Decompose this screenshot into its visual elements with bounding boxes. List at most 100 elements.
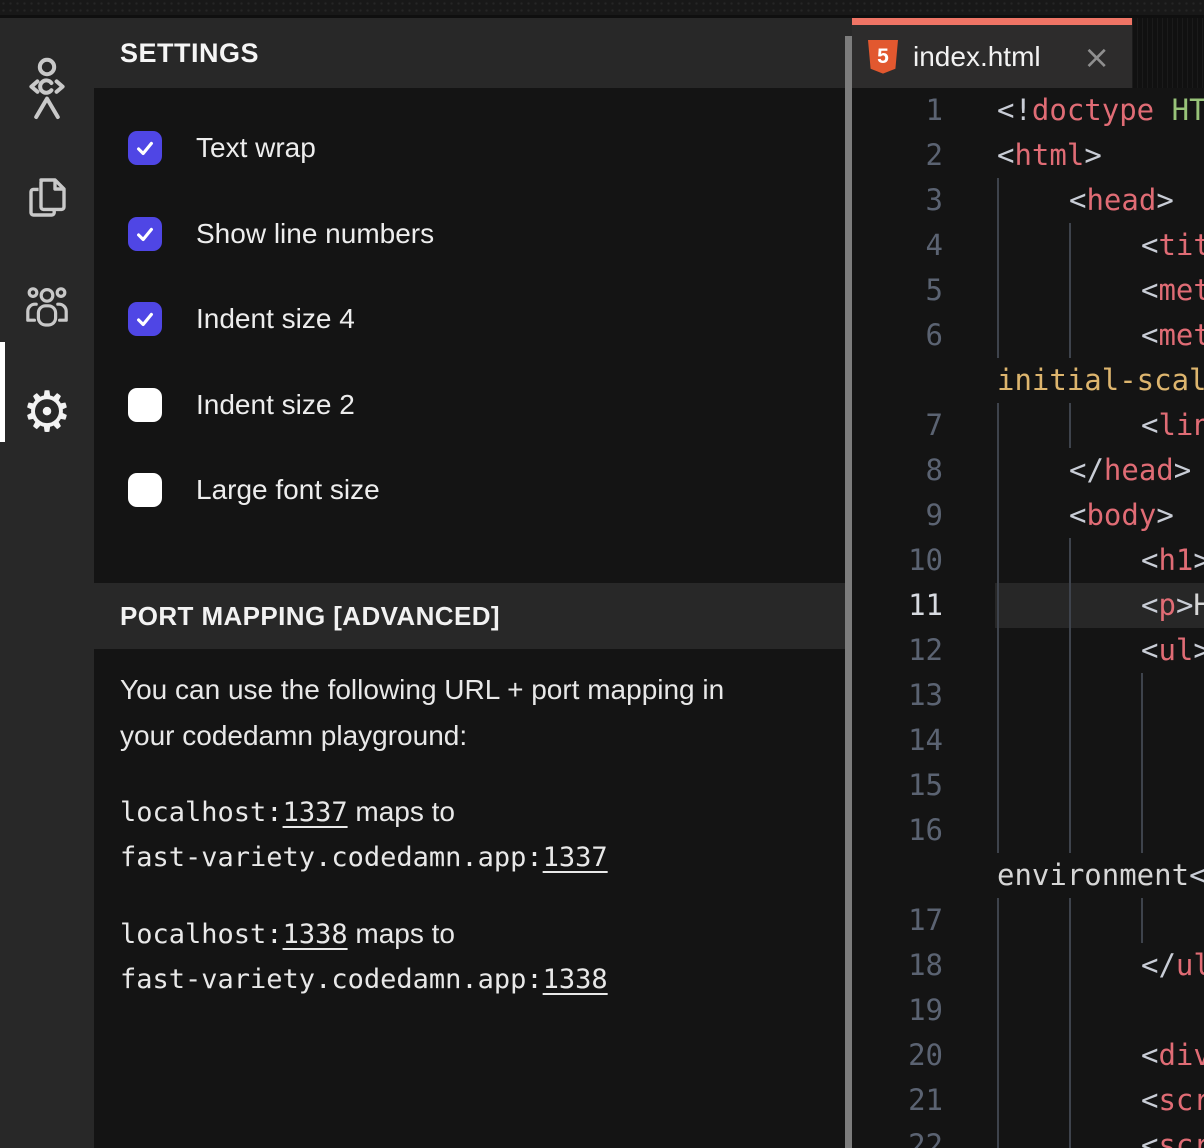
token-tag: h1: [1158, 543, 1193, 577]
code-line[interactable]: 21<scr: [852, 1078, 1204, 1123]
remote-port-link[interactable]: 1338: [543, 964, 608, 995]
checkbox-large-font-size[interactable]: [128, 473, 162, 507]
line-number: 21: [852, 1078, 943, 1123]
indent-guide: [997, 313, 999, 358]
code-line[interactable]: 1<!doctype HT: [852, 88, 1204, 133]
code-line[interactable]: 19: [852, 988, 1204, 1033]
token-punct: >: [1174, 453, 1191, 487]
line-number: 8: [852, 448, 943, 493]
token-tag: head: [1086, 183, 1156, 217]
line-number: 6: [852, 313, 943, 358]
line-number: 4: [852, 223, 943, 268]
token-punct: >: [1193, 543, 1204, 577]
local-port-link[interactable]: 1338: [283, 919, 348, 950]
code-line[interactable]: 18 </ul: [852, 943, 1204, 988]
checkbox-indent-size-2[interactable]: [128, 388, 162, 422]
indent-guide: [997, 1078, 999, 1123]
code-text: <p>H: [1141, 583, 1204, 628]
code-line[interactable]: 5<met: [852, 268, 1204, 313]
code-line[interactable]: 16: [852, 808, 1204, 853]
setting-row: Show line numbers: [94, 217, 852, 251]
token-tag: div: [1158, 1038, 1204, 1072]
checkmark-icon: [134, 308, 156, 330]
panel-scrollbar[interactable]: [845, 36, 852, 1148]
token-tag: doctype: [1032, 93, 1154, 127]
port-mapping-header: PORT MAPPING [ADVANCED]: [120, 601, 500, 632]
checkbox-text-wrap[interactable]: [128, 131, 162, 165]
code-line[interactable]: 17: [852, 898, 1204, 943]
code-line[interactable]: 11<p>H: [852, 583, 1204, 628]
playground-screen: ⚙ SETTINGS Text wrapShow line numbersInd…: [0, 0, 1204, 1148]
port-mapping-intro-line: You can use the following URL + port map…: [120, 667, 724, 713]
token-punct: <: [1141, 1083, 1158, 1117]
indent-guide: [1069, 1078, 1071, 1123]
tab-index-html[interactable]: 5 index.html ×: [852, 18, 1132, 88]
code-line[interactable]: 10<h1>: [852, 538, 1204, 583]
token-punct: <: [997, 138, 1014, 172]
code-line[interactable]: 15: [852, 763, 1204, 808]
port-mapping-panel: You can use the following URL + port map…: [94, 649, 852, 1148]
code-line[interactable]: 2<html>: [852, 133, 1204, 178]
code-text: <met: [1141, 313, 1204, 358]
code-line[interactable]: 20<div: [852, 1033, 1204, 1078]
line-number: 12: [852, 628, 943, 673]
setting-row: Indent size 2: [94, 388, 852, 422]
token-tag: html: [1014, 138, 1084, 172]
local-host-text: localhost:: [120, 919, 283, 950]
local-port-link[interactable]: 1337: [283, 797, 348, 828]
checkbox-label: Show line numbers: [196, 217, 434, 251]
line-number: 22: [852, 1123, 943, 1148]
line-number: 13: [852, 673, 943, 718]
code-line-wrapped[interactable]: environment<: [852, 853, 1204, 898]
token-punct: <: [1189, 858, 1204, 892]
checkbox-label: Large font size: [196, 473, 380, 507]
token-punct: <: [1141, 633, 1158, 667]
checkbox-label: Text wrap: [196, 131, 316, 165]
code-line[interactable]: 13: [852, 673, 1204, 718]
line-number: 18: [852, 943, 943, 988]
setting-row: Text wrap: [94, 131, 852, 165]
token-punct: >: [1156, 498, 1173, 532]
token-tag: met: [1158, 273, 1204, 307]
checkbox-show-line-numbers[interactable]: [128, 217, 162, 251]
tab-close-icon[interactable]: ×: [1083, 41, 1110, 73]
checkmark-icon: [134, 137, 156, 159]
line-number: 15: [852, 763, 943, 808]
code-line[interactable]: 9<body>: [852, 493, 1204, 538]
sidebar-item-community[interactable]: [0, 262, 94, 352]
remote-port-link[interactable]: 1337: [543, 842, 608, 873]
indent-guide: [997, 493, 999, 538]
token-punct: </: [1141, 948, 1176, 982]
code-area[interactable]: 1<!doctype HT2<html>3<head>4<tit5<met6<m…: [852, 88, 1204, 1148]
code-line[interactable]: 7<lin: [852, 403, 1204, 448]
indent-guide: [1069, 403, 1071, 448]
token-tag: lin: [1158, 408, 1204, 442]
token-punct: >: [1193, 633, 1204, 667]
indent-guide: [1141, 898, 1143, 943]
token-tag: ul: [1176, 948, 1204, 982]
token-punct: <: [1141, 543, 1158, 577]
settings-checkbox-panel: Text wrap Show line numbers Indent size 4 I…: [94, 88, 852, 583]
gear-icon: ⚙: [22, 385, 72, 441]
community-people-icon: [21, 283, 73, 331]
code-line[interactable]: 3<head>: [852, 178, 1204, 223]
code-line-wrapped[interactable]: initial-scal: [852, 358, 1204, 403]
sidebar-item-codedamn-logo[interactable]: [0, 40, 94, 140]
indent-guide: [997, 268, 999, 313]
code-line[interactable]: 14: [852, 718, 1204, 763]
code-line[interactable]: 22<scr: [852, 1123, 1204, 1148]
code-line[interactable]: 6 <met: [852, 313, 1204, 358]
code-line[interactable]: 8</head>: [852, 448, 1204, 493]
sidebar-item-files[interactable]: [0, 152, 94, 242]
code-line[interactable]: 4<tit: [852, 223, 1204, 268]
token-punct: <: [1141, 1038, 1158, 1072]
line-number: 7: [852, 403, 943, 448]
token-tag: scr: [1158, 1128, 1204, 1148]
code-line[interactable]: 12<ul>: [852, 628, 1204, 673]
token-tag: body: [1086, 498, 1156, 532]
checkbox-label: Indent size 4: [196, 302, 355, 336]
sidebar-item-settings[interactable]: ⚙: [0, 368, 94, 458]
svg-text:5: 5: [877, 45, 889, 68]
checkbox-indent-size-4[interactable]: [128, 302, 162, 336]
indent-guide: [997, 718, 999, 763]
